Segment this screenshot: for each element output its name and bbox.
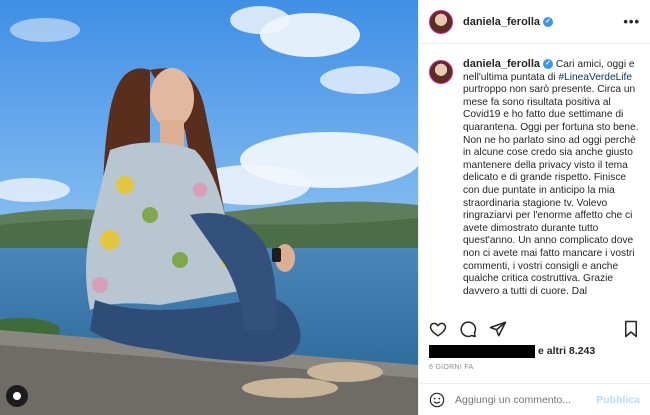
tagged-user-icon[interactable] <box>6 385 28 407</box>
more-options-icon[interactable]: ••• <box>623 14 640 29</box>
verified-badge-icon: ✓ <box>543 59 554 70</box>
caption-avatar[interactable] <box>429 60 453 84</box>
caption-text: daniela_ferolla ✓ Cari amici, oggi e nell… <box>463 58 642 308</box>
caption-body-rest: purtroppo non sarò presente. Circa un me… <box>463 84 639 297</box>
redacted-likers <box>429 344 535 358</box>
emoji-icon[interactable] <box>429 392 445 408</box>
photo-scene <box>0 0 418 415</box>
avatar[interactable] <box>429 9 453 34</box>
post-actions <box>429 318 640 340</box>
heart-icon[interactable] <box>429 320 447 338</box>
comment-icon[interactable] <box>459 320 477 338</box>
post-header: daniela_ferolla ✓ ••• <box>419 0 650 44</box>
verified-badge-icon: ✓ <box>543 16 554 27</box>
post-sidebar: daniela_ferolla ✓ ••• daniela_ferolla ✓ Ca… <box>418 0 650 415</box>
likes-count[interactable]: e altri 8.243 <box>538 345 595 357</box>
post-username[interactable]: daniela_ferolla ✓ <box>463 16 554 28</box>
post-caption: daniela_ferolla ✓ Cari amici, oggi e nell… <box>429 58 642 308</box>
bookmark-icon[interactable] <box>622 320 640 338</box>
comment-bar: Pubblica <box>419 383 650 415</box>
likes-row[interactable]: e altri 8.243 <box>429 344 640 358</box>
post-timestamp[interactable]: 6 GIORNI FA <box>429 364 474 371</box>
publish-button[interactable]: Pubblica <box>596 394 640 406</box>
caption-username[interactable]: daniela_ferolla ✓ <box>463 58 554 70</box>
hashtag-link[interactable]: #LineaVerdeLife <box>558 72 632 83</box>
comment-input[interactable] <box>455 393 597 406</box>
post-photo[interactable] <box>0 0 418 415</box>
share-icon[interactable] <box>489 320 507 338</box>
